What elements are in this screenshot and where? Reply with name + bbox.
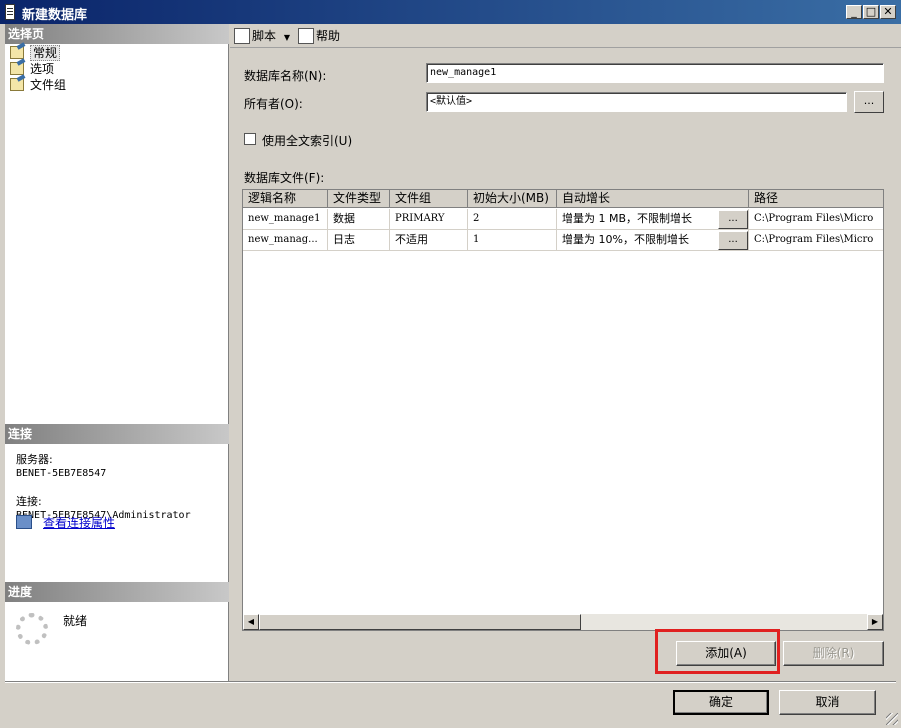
table-cell[interactable]: 不适用 xyxy=(390,230,468,251)
table-cell[interactable]: PRIMARY xyxy=(390,209,468,230)
page-icon xyxy=(10,46,24,59)
page-item-options[interactable]: 选项 xyxy=(8,61,54,77)
column-header[interactable]: 初始大小(MB) xyxy=(468,190,557,208)
column-header[interactable]: 自动增长 xyxy=(557,190,749,208)
fulltext-checkbox[interactable] xyxy=(244,133,256,145)
progress-spinner-icon xyxy=(16,613,48,645)
page-item-label: 文件组 xyxy=(30,78,67,92)
column-header[interactable]: 路径 xyxy=(749,190,883,208)
owner-label: 所有者(O): xyxy=(244,97,303,111)
db-files-label: 数据库文件(F): xyxy=(244,171,325,185)
database-icon xyxy=(5,4,15,20)
table-cell[interactable]: new_manage1 xyxy=(243,209,328,230)
script-button[interactable]: 脚本 ▼ xyxy=(252,27,290,45)
scroll-right-icon[interactable]: ▶ xyxy=(867,614,883,630)
toolbar: 脚本 ▼ 帮助 xyxy=(230,24,901,48)
db-files-grid[interactable]: 逻辑名称 文件类型 文件组 初始大小(MB) 自动增长 路径 new_manag… xyxy=(242,189,884,631)
page-icon xyxy=(10,62,24,75)
minimize-button[interactable]: _ xyxy=(846,5,862,19)
page-icon xyxy=(10,78,24,91)
table-cell[interactable]: 日志 xyxy=(328,230,390,251)
column-header[interactable]: 逻辑名称 xyxy=(243,190,328,208)
db-name-input[interactable]: new_manage1 xyxy=(426,63,884,83)
table-cell[interactable]: C:\Program Files\Micro xyxy=(749,209,883,230)
fulltext-label: 使用全文索引(U) xyxy=(262,134,353,148)
server-value: BENET-5EB7E8547 xyxy=(16,468,107,479)
owner-input[interactable]: <默认值> xyxy=(426,92,847,112)
window-title: 新建数据库 xyxy=(22,8,88,23)
script-icon xyxy=(234,28,250,44)
select-page-header: 选择页 xyxy=(5,24,229,44)
page-item-filegroups[interactable]: 文件组 xyxy=(8,77,66,93)
view-connection-properties-link[interactable]: 查看连接属性 xyxy=(43,514,115,531)
table-cell[interactable]: new_manag... xyxy=(243,230,328,251)
owner-browse-button[interactable]: ... xyxy=(854,91,884,113)
autogrowth-browse-button[interactable]: ... xyxy=(718,231,748,250)
progress-status: 就绪 xyxy=(63,614,88,628)
page-item-label: 选项 xyxy=(30,62,55,76)
help-icon xyxy=(298,28,314,44)
table-cell[interactable]: 1 xyxy=(468,230,557,251)
progress-header: 进度 xyxy=(5,582,229,602)
resize-grip-icon[interactable] xyxy=(886,713,898,725)
remove-button[interactable]: 删除(R) xyxy=(783,641,884,666)
scrollbar-thumb[interactable] xyxy=(259,614,581,630)
page-item-general[interactable]: 常规 xyxy=(8,45,61,61)
connection-label: 连接: xyxy=(16,495,42,508)
connection-header: 连接 xyxy=(5,424,229,444)
title-bar: 新建数据库 _ □ ✕ xyxy=(0,0,901,24)
maximize-button[interactable]: □ xyxy=(863,5,879,19)
scroll-left-icon[interactable]: ◀ xyxy=(243,614,259,630)
autogrowth-browse-button[interactable]: ... xyxy=(718,210,748,229)
close-button[interactable]: ✕ xyxy=(880,5,896,19)
chevron-down-icon: ▼ xyxy=(283,33,290,42)
table-cell[interactable]: 2 xyxy=(468,209,557,230)
server-label: 服务器: xyxy=(16,453,53,466)
ok-button[interactable]: 确定 xyxy=(673,690,769,715)
script-label: 脚本 xyxy=(252,29,277,43)
left-pane: 选择页 常规 选项 文件组 连接 服务器: BENET-5EB7E8547 连接… xyxy=(5,24,229,682)
db-name-label: 数据库名称(N): xyxy=(244,69,327,83)
page-item-label: 常规 xyxy=(30,45,61,61)
divider xyxy=(5,681,896,683)
help-button[interactable]: 帮助 xyxy=(316,27,340,45)
column-header[interactable]: 文件组 xyxy=(390,190,468,208)
highlight-box xyxy=(655,629,780,674)
horizontal-scrollbar[interactable]: ◀ ▶ xyxy=(243,614,883,630)
table-cell[interactable]: 数据 xyxy=(328,209,390,230)
connection-properties-icon xyxy=(16,515,32,529)
cancel-button[interactable]: 取消 xyxy=(779,690,876,715)
column-header[interactable]: 文件类型 xyxy=(328,190,390,208)
table-cell[interactable]: C:\Program Files\Micro xyxy=(749,230,883,251)
